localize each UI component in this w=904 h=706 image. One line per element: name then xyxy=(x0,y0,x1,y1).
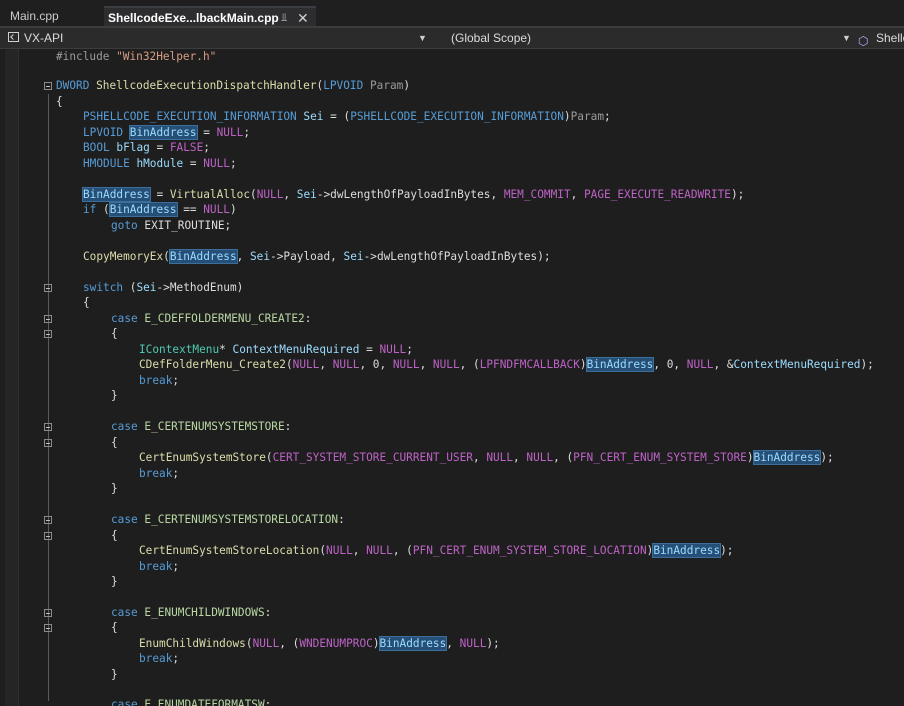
collapse-toggle[interactable] xyxy=(44,439,52,447)
parameter-name: Param xyxy=(369,79,404,92)
code-line: break; xyxy=(139,652,180,665)
navigation-bar: VX-API ▼ (Global Scope) ▼ ⬡ Shellc xyxy=(0,28,904,49)
code-line: case E_ENUMCHILDWINDOWS: xyxy=(0,605,904,621)
project-icon xyxy=(8,32,19,42)
tab-main-cpp[interactable]: Main.cpp xyxy=(10,7,59,25)
code-line: if (BinAddress == NULL) xyxy=(83,202,237,217)
code-line: { xyxy=(0,326,904,342)
code-line: goto EXIT_ROUTINE; xyxy=(111,219,232,232)
code-line: { xyxy=(83,296,90,309)
member-label: Shellc xyxy=(876,31,904,45)
code-line: case E_CERTENUMSYSTEMSTORELOCATION: xyxy=(0,512,904,528)
project-dropdown[interactable]: VX-API ▼ xyxy=(6,28,427,48)
collapse-toggle[interactable] xyxy=(44,516,52,524)
code-line: BinAddress = VirtualAlloc(NULL, Sei->dwL… xyxy=(82,187,745,202)
highlighted-reference: BinAddress xyxy=(128,125,198,140)
highlighted-reference: BinAddress xyxy=(378,636,448,651)
include-path: "Win32Helper.h" xyxy=(116,50,217,63)
collapse-toggle[interactable] xyxy=(44,624,52,632)
code-line: break; xyxy=(139,560,180,573)
code-line: { xyxy=(56,95,63,108)
code-line: #include "Win32Helper.h" xyxy=(0,49,904,65)
code-line: { xyxy=(0,620,904,636)
return-type: DWORD xyxy=(56,79,90,92)
tab-shellcode-callback-main-cpp[interactable]: ShellcodeExe...lbackMain.cpp ⫫ ✕ xyxy=(104,6,316,26)
code-line: { xyxy=(0,528,904,544)
highlighted-reference: BinAddress xyxy=(168,249,238,264)
code-line: break; xyxy=(139,374,180,387)
code-line: case E_CERTENUMSYSTEMSTORE: xyxy=(0,419,904,435)
collapse-toggle[interactable] xyxy=(44,609,52,617)
code-line: } xyxy=(111,482,118,495)
code-line: break; xyxy=(139,467,180,480)
code-line: CopyMemoryEx(BinAddress, Sei->Payload, S… xyxy=(83,249,551,264)
code-line: EnumChildWindows(NULL, (WNDENUMPROC)BinA… xyxy=(139,636,500,651)
code-line: } xyxy=(111,668,118,681)
code-line: CertEnumSystemStore(CERT_SYSTEM_STORE_CU… xyxy=(139,450,834,465)
tab-label: ShellcodeExe...lbackMain.cpp xyxy=(108,11,279,25)
function-name: ShellcodeExecutionDispatchHandler xyxy=(96,79,317,92)
code-line: case E_CDEFFOLDERMENU_CREATE2: xyxy=(0,311,904,327)
code-line: } xyxy=(111,389,118,402)
preprocessor-directive: #include xyxy=(56,50,117,63)
pin-icon[interactable]: ⫫ xyxy=(281,8,287,28)
code-line: } xyxy=(111,575,118,588)
code-editor[interactable]: #include "Win32Helper.h" DWORD Shellcode… xyxy=(0,49,904,706)
code-line: HMODULE hModule = NULL; xyxy=(83,157,237,170)
chevron-down-icon: ▼ xyxy=(842,33,851,43)
highlighted-reference: BinAddress xyxy=(752,450,822,465)
collapse-toggle[interactable] xyxy=(44,330,52,338)
highlighted-reference: BinAddress xyxy=(585,357,655,372)
code-line: case E_ENUMDATEFORMATSW: xyxy=(111,698,272,706)
highlighted-reference: BinAddress xyxy=(108,202,178,217)
code-line: PSHELLCODE_EXECUTION_INFORMATION Sei = (… xyxy=(83,110,611,123)
collapse-toggle[interactable] xyxy=(44,82,52,90)
highlighted-reference: BinAddress xyxy=(82,187,151,202)
collapse-toggle[interactable] xyxy=(44,532,52,540)
chevron-down-icon: ▼ xyxy=(418,33,427,43)
close-icon[interactable]: ✕ xyxy=(297,8,309,28)
scope-label: (Global Scope) xyxy=(451,31,532,45)
scope-dropdown[interactable]: (Global Scope) ▼ xyxy=(432,28,852,48)
member-dropdown[interactable]: ⬡ Shellc xyxy=(858,28,904,48)
collapse-toggle[interactable] xyxy=(44,423,52,431)
document-tab-strip: Main.cpp ShellcodeExe...lbackMain.cpp ⫫ … xyxy=(0,0,904,26)
code-line: CDefFolderMenu_Create2(NULL, NULL, 0, NU… xyxy=(139,357,874,372)
code-line: CertEnumSystemStoreLocation(NULL, NULL, … xyxy=(139,543,734,558)
code-line: BOOL bFlag = FALSE; xyxy=(83,141,210,154)
project-label: VX-API xyxy=(24,31,64,45)
code-line: DWORD ShellcodeExecutionDispatchHandler(… xyxy=(0,78,904,94)
collapse-toggle[interactable] xyxy=(44,284,52,292)
highlighted-reference: BinAddress xyxy=(652,543,722,558)
cube-icon: ⬡ xyxy=(858,34,869,48)
code-line: switch (Sei->MethodEnum) xyxy=(0,280,904,296)
collapse-toggle[interactable] xyxy=(44,315,52,323)
code-line: IContextMenu* ContextMenuRequired = NULL… xyxy=(139,343,413,356)
code-line: { xyxy=(0,435,904,451)
code-line: LPVOID BinAddress = NULL; xyxy=(83,125,251,140)
